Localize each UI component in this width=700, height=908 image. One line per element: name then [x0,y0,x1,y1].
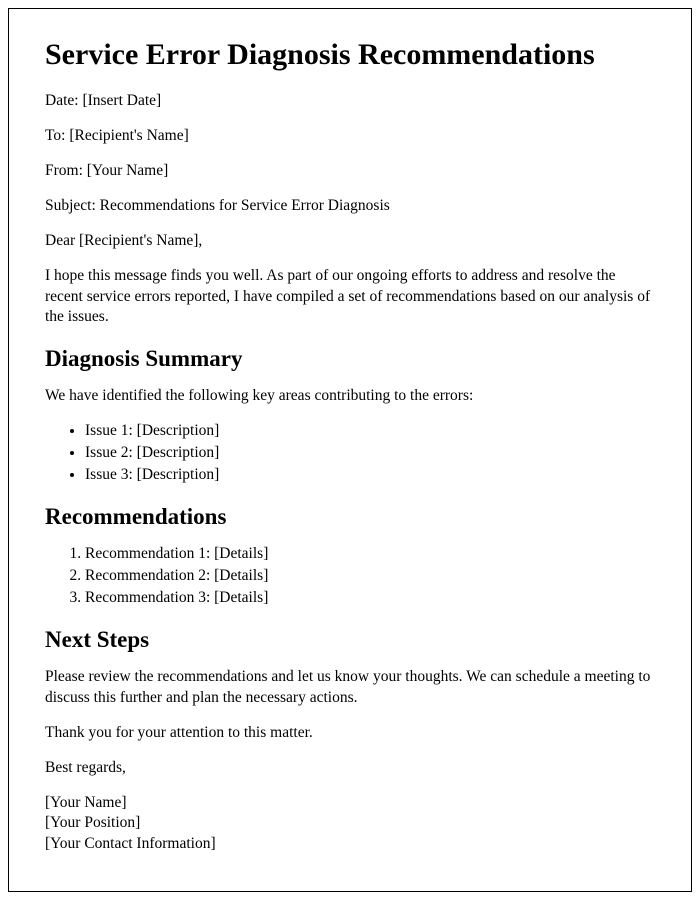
nextsteps-body: Please review the recommendations and le… [45,667,655,709]
list-item: Issue 2: [Description] [85,443,655,464]
diagnosis-heading: Diagnosis Summary [45,346,655,372]
thanks-line: Thank you for your attention to this mat… [45,723,655,744]
list-item: Recommendation 1: [Details] [85,544,655,565]
from-line: From: [Your Name] [45,161,655,182]
list-item: Issue 3: [Description] [85,465,655,486]
signature-position: [Your Position] [45,813,655,834]
recommendations-heading: Recommendations [45,504,655,530]
signature-block: [Your Name] [Your Position] [Your Contac… [45,793,655,856]
document-title: Service Error Diagnosis Recommendations [45,37,655,73]
signature-name: [Your Name] [45,793,655,814]
to-line: To: [Recipient's Name] [45,126,655,147]
date-line: Date: [Insert Date] [45,91,655,112]
salutation: Dear [Recipient's Name], [45,231,655,252]
recommendations-list: Recommendation 1: [Details] Recommendati… [85,544,655,609]
list-item: Recommendation 2: [Details] [85,566,655,587]
list-item: Recommendation 3: [Details] [85,588,655,609]
signature-contact: [Your Contact Information] [45,834,655,855]
list-item: Issue 1: [Description] [85,421,655,442]
diagnosis-list: Issue 1: [Description] Issue 2: [Descrip… [85,421,655,486]
closing-line: Best regards, [45,758,655,779]
document-page: Service Error Diagnosis Recommendations … [8,8,692,892]
diagnosis-lead: We have identified the following key are… [45,386,655,407]
subject-line: Subject: Recommendations for Service Err… [45,196,655,217]
intro-paragraph: I hope this message finds you well. As p… [45,266,655,329]
nextsteps-heading: Next Steps [45,627,655,653]
